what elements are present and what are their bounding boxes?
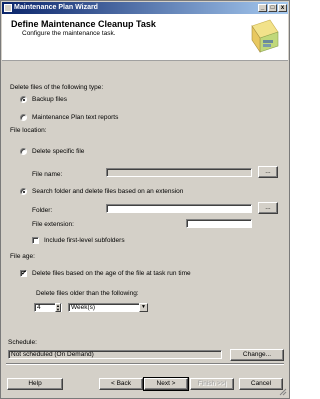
help-button[interactable]: Help (7, 378, 63, 390)
delete-specific-radio[interactable] (20, 148, 27, 155)
older-than-label: Delete files older than the following: (36, 290, 139, 297)
app-icon (4, 4, 12, 12)
folder-label: Folder: (32, 207, 53, 214)
backup-files-label[interactable]: Backup files (32, 96, 67, 104)
schedule-label: Schedule: (8, 339, 37, 346)
finish-button[interactable]: Finish >>| (190, 378, 234, 390)
window-title: Maintenance Plan Wizard (14, 4, 98, 11)
delete-type-label: Delete files of the following type: (10, 84, 104, 91)
wizard-body: Delete files of the following type: Back… (2, 62, 288, 362)
text-reports-radio[interactable] (20, 114, 27, 121)
search-folder-label[interactable]: Search folder and delete files based on … (32, 188, 183, 196)
wizard-window: Maintenance Plan Wizard _ □ x Define Mai… (0, 0, 290, 399)
cancel-button[interactable]: Cancel (239, 378, 283, 390)
wizard-graphic-icon (248, 18, 282, 56)
page-title: Define Maintenance Cleanup Task (11, 19, 156, 29)
age-unit-select[interactable]: Week(s) (68, 303, 148, 312)
file-name-browse-button[interactable]: ... (258, 166, 278, 178)
backup-files-radio[interactable] (20, 96, 27, 103)
change-schedule-button[interactable]: Change... (230, 349, 284, 361)
file-extension-input[interactable] (186, 219, 252, 228)
delete-specific-label[interactable]: Delete specific file (32, 148, 84, 156)
search-folder-radio[interactable] (20, 188, 27, 195)
back-button[interactable]: < Back (99, 378, 143, 390)
minimize-button[interactable]: _ (258, 4, 267, 12)
schedule-value: Not scheduled (On Demand) (8, 350, 222, 359)
file-extension-label: File extension: (32, 221, 74, 228)
wizard-header: Define Maintenance Cleanup Task Configur… (2, 14, 288, 61)
close-button[interactable]: x (278, 4, 287, 12)
folder-browse-button[interactable]: ... (258, 202, 278, 214)
page-subtitle: Configure the maintenance task. (22, 30, 116, 37)
delete-by-age-checkbox[interactable]: ✓ (20, 270, 27, 277)
include-subfolders-checkbox[interactable] (32, 237, 39, 244)
file-location-label: File location: (10, 127, 47, 134)
next-button[interactable]: Next > (143, 377, 189, 391)
folder-input[interactable] (106, 204, 252, 213)
file-name-label: File name: (32, 171, 63, 178)
title-bar[interactable]: Maintenance Plan Wizard _ □ x (2, 2, 288, 14)
footer-divider (6, 363, 284, 365)
delete-by-age-label[interactable]: Delete files based on the age of the fil… (32, 270, 191, 278)
age-amount-spinner[interactable]: ▲ ▼ (55, 303, 61, 312)
include-subfolders-label[interactable]: Include first-level subfolders (44, 237, 125, 245)
maximize-button[interactable]: □ (268, 4, 277, 12)
text-reports-label[interactable]: Maintenance Plan text reports (32, 114, 118, 122)
resize-grip-icon[interactable] (279, 388, 287, 396)
file-name-input[interactable] (106, 168, 252, 177)
spin-down-icon[interactable]: ▼ (56, 308, 60, 312)
file-age-label: File age: (10, 253, 35, 260)
chevron-down-icon[interactable]: ▼ (139, 303, 148, 312)
